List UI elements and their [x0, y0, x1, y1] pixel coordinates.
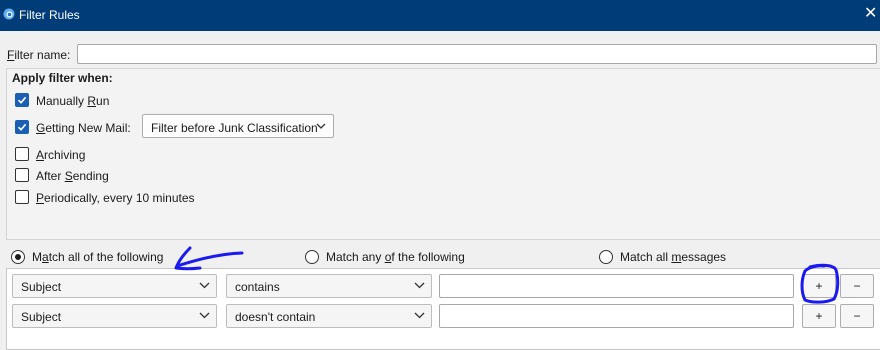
chevron-down-icon [414, 282, 425, 289]
after-sending-checkbox[interactable] [15, 168, 29, 182]
rule-value-input[interactable] [439, 304, 794, 328]
close-icon[interactable]: ✕ [864, 6, 877, 22]
remove-rule-button[interactable]: − [840, 304, 874, 328]
window-title: Filter Rules [19, 8, 80, 22]
checkmark-icon [17, 123, 27, 131]
chevron-down-icon [199, 282, 210, 289]
match-any-label: Match any of the following [326, 250, 465, 264]
rule-field-value: Subject [21, 280, 62, 294]
match-all-messages-label: Match all messages [620, 250, 727, 264]
remove-rule-button[interactable]: − [840, 274, 874, 298]
title-bar: Filter Rules ✕ [0, 0, 880, 31]
rule-operator-value: doesn't contain [235, 310, 316, 324]
match-all-radio[interactable] [11, 250, 25, 264]
manually-run-label: Manually Run [36, 94, 110, 108]
filter-name-input[interactable] [77, 44, 877, 64]
annotation-arrow-icon [174, 246, 244, 271]
rule-field-value: Subject [21, 310, 62, 324]
junk-classification-value: Filter before Junk Classification [151, 121, 318, 135]
chevron-down-icon [414, 312, 425, 319]
rule-field-select[interactable]: Subject [12, 274, 217, 298]
match-all-messages-radio[interactable] [599, 250, 613, 264]
after-sending-label: After Sending [36, 169, 109, 183]
chevron-down-icon [199, 312, 210, 319]
chevron-down-icon [316, 123, 326, 129]
annotation-circle-icon [800, 263, 840, 304]
archiving-label: Archiving [36, 148, 86, 162]
periodically-label: Periodically, every 10 minutes [36, 191, 195, 205]
junk-classification-select[interactable]: Filter before Junk Classification [142, 114, 334, 138]
apply-filter-group [6, 68, 880, 240]
getting-new-mail-checkbox[interactable] [15, 120, 29, 134]
match-all-label: Match all of the following [32, 250, 164, 264]
add-rule-button[interactable]: + [802, 304, 836, 328]
rule-field-select[interactable]: Subject [12, 304, 217, 328]
checkmark-icon [17, 96, 27, 104]
thunderbird-app-icon [3, 8, 15, 20]
archiving-checkbox[interactable] [15, 147, 29, 161]
rule-value-input[interactable] [439, 274, 794, 298]
match-any-radio[interactable] [305, 250, 319, 264]
manually-run-checkbox[interactable] [15, 93, 29, 107]
filter-name-label: Filter name: [7, 48, 71, 62]
rule-operator-select[interactable]: doesn't contain [226, 304, 432, 328]
getting-new-mail-label: Getting New Mail: [36, 121, 131, 135]
periodically-checkbox[interactable] [15, 190, 29, 204]
apply-filter-heading: Apply filter when: [12, 71, 113, 85]
rule-operator-select[interactable]: contains [226, 274, 432, 298]
rule-operator-value: contains [235, 280, 280, 294]
